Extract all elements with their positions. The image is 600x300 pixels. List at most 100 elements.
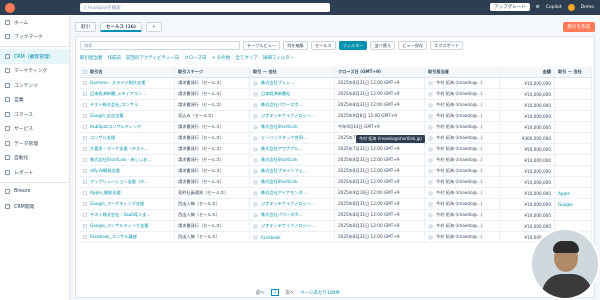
sidebar-item-breeze[interactable]: Breeze xyxy=(0,185,69,200)
table-cell[interactable]: 株式会社ShartLink xyxy=(250,122,335,132)
table-cell[interactable]: テスト株式会社 - SaaS導入支... xyxy=(80,210,175,220)
table-cell[interactable]: テスト株式会社_コンサル xyxy=(80,100,175,110)
table-cell[interactable]: Apple xyxy=(555,188,592,198)
table-cell[interactable] xyxy=(555,133,592,143)
row-checkbox[interactable] xyxy=(83,180,87,184)
export-button[interactable]: エクスポート xyxy=(430,41,464,50)
table-row[interactable]: dify AI開発支援 請求書発行（セールス） 株式会社プライトフェ... 2025年… xyxy=(80,166,592,177)
table-row[interactable]: 株式会社ShartLink - 新しいお... 請求書発行（セールス） 株式会社Sh… xyxy=(80,155,592,166)
row-checkbox[interactable] xyxy=(83,81,87,85)
table-row[interactable]: 日本経済新聞_メディアコン... 請求書発行（セールス） 日本経済新聞社 2025年8… xyxy=(80,89,592,100)
table-cell[interactable]: Gaimme - スライド制作支援 xyxy=(80,78,175,88)
table-cell[interactable]: 株式会社ShartLink xyxy=(250,155,335,165)
table-cell[interactable]: 株式会社プライトフェ... xyxy=(250,166,335,176)
table-cell[interactable] xyxy=(555,100,592,110)
table-cell[interactable]: 株式会社ShartLink - 新しいお... xyxy=(80,155,175,165)
table-row[interactable]: コンサル支援 請求書発行（セールス） ヒーリングテック合同... 2025年7月31日… xyxy=(80,133,592,144)
table-cell[interactable] xyxy=(555,155,592,165)
column-header[interactable]: 取引 — 会社 xyxy=(555,67,592,77)
table-cell[interactable]: Facebook_コンサル講座 xyxy=(80,232,175,242)
table-cell[interactable]: ジオキンテナイクノロジー... xyxy=(250,221,335,231)
table-cell[interactable]: Facebook xyxy=(250,232,335,242)
table-cell[interactable] xyxy=(555,166,592,176)
table-cell[interactable]: 株式会社パワーズボ... xyxy=(250,210,335,220)
pipeline-dropdown[interactable]: セールス xyxy=(310,41,336,50)
select-all-checkbox[interactable] xyxy=(83,70,87,74)
sidebar-item-marketing[interactable]: マーケティング xyxy=(0,64,69,79)
table-row[interactable]: Apple_開発支援 契約社員通知（セールス） 株式会社アイアモンダ... 2025年… xyxy=(80,188,592,199)
table-row[interactable]: Google_広告支援 見込み（セールス） ジオキンテナイクノロジー... 2025年… xyxy=(80,111,592,122)
edit-columns-button[interactable]: 列を編集 xyxy=(283,41,308,50)
sidebar-item-commerce[interactable]: コマース xyxy=(0,107,69,122)
column-header[interactable]: 金額 xyxy=(500,67,555,77)
table-row[interactable]: テスト株式会社 - SaaS導入支... 西出入稿（セールス） 株式会社パワーズボ.… xyxy=(80,210,592,221)
column-header[interactable]: 取引名 xyxy=(90,69,103,75)
table-cell[interactable]: Google xyxy=(555,199,592,209)
sidebar-item-data[interactable]: データ管理 xyxy=(0,136,69,151)
sort-button[interactable]: 並べ替え xyxy=(370,41,396,50)
sidebar-item-home[interactable]: ホーム xyxy=(0,15,69,30)
table-cell[interactable]: 日本経済新聞社 xyxy=(250,89,335,99)
prev-page-button[interactable]: 前へ xyxy=(256,290,265,296)
settings-icon[interactable]: ⚙ xyxy=(536,5,540,10)
row-checkbox[interactable] xyxy=(83,235,87,239)
table-view-dropdown[interactable]: テーブルビュー xyxy=(243,41,281,50)
row-checkbox[interactable] xyxy=(83,169,87,173)
table-cell[interactable]: HubSpotコンサルティング xyxy=(80,122,175,132)
upgrade-button[interactable]: アップグレード xyxy=(490,3,530,11)
table-cell[interactable]: Google_広告支援 xyxy=(80,111,175,121)
table-cell[interactable]: 株式会社パワーズボ... xyxy=(250,100,335,110)
column-header[interactable]: 取引担当者 xyxy=(425,67,500,77)
add-view-button[interactable]: + xyxy=(145,22,162,32)
table-cell[interactable]: Google_マーケティング支援 xyxy=(80,199,175,209)
sidebar-item-automation[interactable]: 自動化 xyxy=(0,151,69,166)
table-row[interactable]: HubSpotコンサルティング 請求書発行（セールス） 株式会社ShartLink 今… xyxy=(80,122,592,133)
table-cell[interactable]: 株式会社ShartLink xyxy=(250,177,335,187)
table-cell[interactable]: dify AI開発支援 xyxy=(80,166,175,176)
table-cell[interactable] xyxy=(555,144,592,154)
sidebar-item-bookmarks[interactable]: ブックマーク xyxy=(0,30,69,45)
sidebar-item-reports[interactable]: レポート xyxy=(0,165,69,180)
table-cell[interactable]: 大喜多 - マーケ支援（テスト... xyxy=(80,144,175,154)
table-cell[interactable]: 株式会社アワナアル... xyxy=(250,144,335,154)
table-row[interactable]: Google_コンサルティング支援 請求書発行（セールス） ジオキンテナイクノロジー… xyxy=(80,221,592,232)
row-checkbox[interactable] xyxy=(83,103,87,107)
table-cell[interactable]: Google_コンサルティング支援 xyxy=(80,221,175,231)
table-cell[interactable]: コンサル支援 xyxy=(80,133,175,143)
table-cell[interactable]: ヒーリングテック合同... xyxy=(250,133,335,143)
table-row[interactable]: 大喜多 - マーケ支援（テスト... 請求書発行（セールス） 株式会社アワナアル..… xyxy=(80,144,592,155)
row-checkbox[interactable] xyxy=(83,147,87,151)
row-checkbox[interactable] xyxy=(83,202,87,206)
object-selector[interactable]: 取引 xyxy=(75,22,96,32)
per-page-dropdown[interactable]: ページあたり100件 xyxy=(300,290,340,296)
sidebar-item-service[interactable]: サービス xyxy=(0,122,69,137)
sidebar-item-crm-dev[interactable]: CRM開発 xyxy=(0,199,69,214)
table-cell[interactable]: ジオキンテナイクノロジー... xyxy=(250,199,335,209)
table-cell[interactable] xyxy=(555,89,592,99)
user-avatar[interactable] xyxy=(567,3,575,11)
more-filters-link[interactable]: + その他 xyxy=(212,55,231,61)
next-page-button[interactable]: 次へ xyxy=(285,290,294,296)
sidebar-item-crm[interactable]: CRM（顧客管理） xyxy=(0,49,69,64)
table-cell[interactable] xyxy=(555,210,592,220)
table-row[interactable]: テスト株式会社_コンサル 請求書発行（セールス） 株式会社パワーズボ... 2025年… xyxy=(80,100,592,111)
row-checkbox[interactable] xyxy=(83,114,87,118)
global-search-input[interactable]: ⌕ HubSpotを検索 xyxy=(80,3,330,12)
table-search-input[interactable]: 検索 xyxy=(80,41,240,50)
row-checkbox[interactable] xyxy=(83,92,87,96)
row-checkbox[interactable] xyxy=(83,158,87,162)
tab-sales-view[interactable]: セールス (16) xyxy=(100,22,142,32)
table-cell[interactable]: ジオキンテナイクノロジー... xyxy=(250,111,335,121)
row-checkbox[interactable] xyxy=(83,213,87,217)
last-activity-filter[interactable]: 前回のアクティビティー日 xyxy=(126,55,179,61)
table-cell[interactable]: 株式会社プレシ... xyxy=(250,78,335,88)
create-deal-button[interactable]: 取引を作成 xyxy=(562,22,595,32)
sidebar-item-sales[interactable]: 営業 xyxy=(0,93,69,108)
table-cell[interactable] xyxy=(555,177,592,187)
save-view-button[interactable]: ビュー保存 xyxy=(398,41,428,50)
table-cell[interactable]: 日本経済新聞_メディアコン... xyxy=(80,89,175,99)
row-checkbox[interactable] xyxy=(83,224,87,228)
sidebar-item-content[interactable]: コンテンツ xyxy=(0,78,69,93)
user-name[interactable]: Demo xyxy=(581,5,594,10)
advanced-filters-link[interactable]: 詳細フィルター xyxy=(263,55,294,61)
